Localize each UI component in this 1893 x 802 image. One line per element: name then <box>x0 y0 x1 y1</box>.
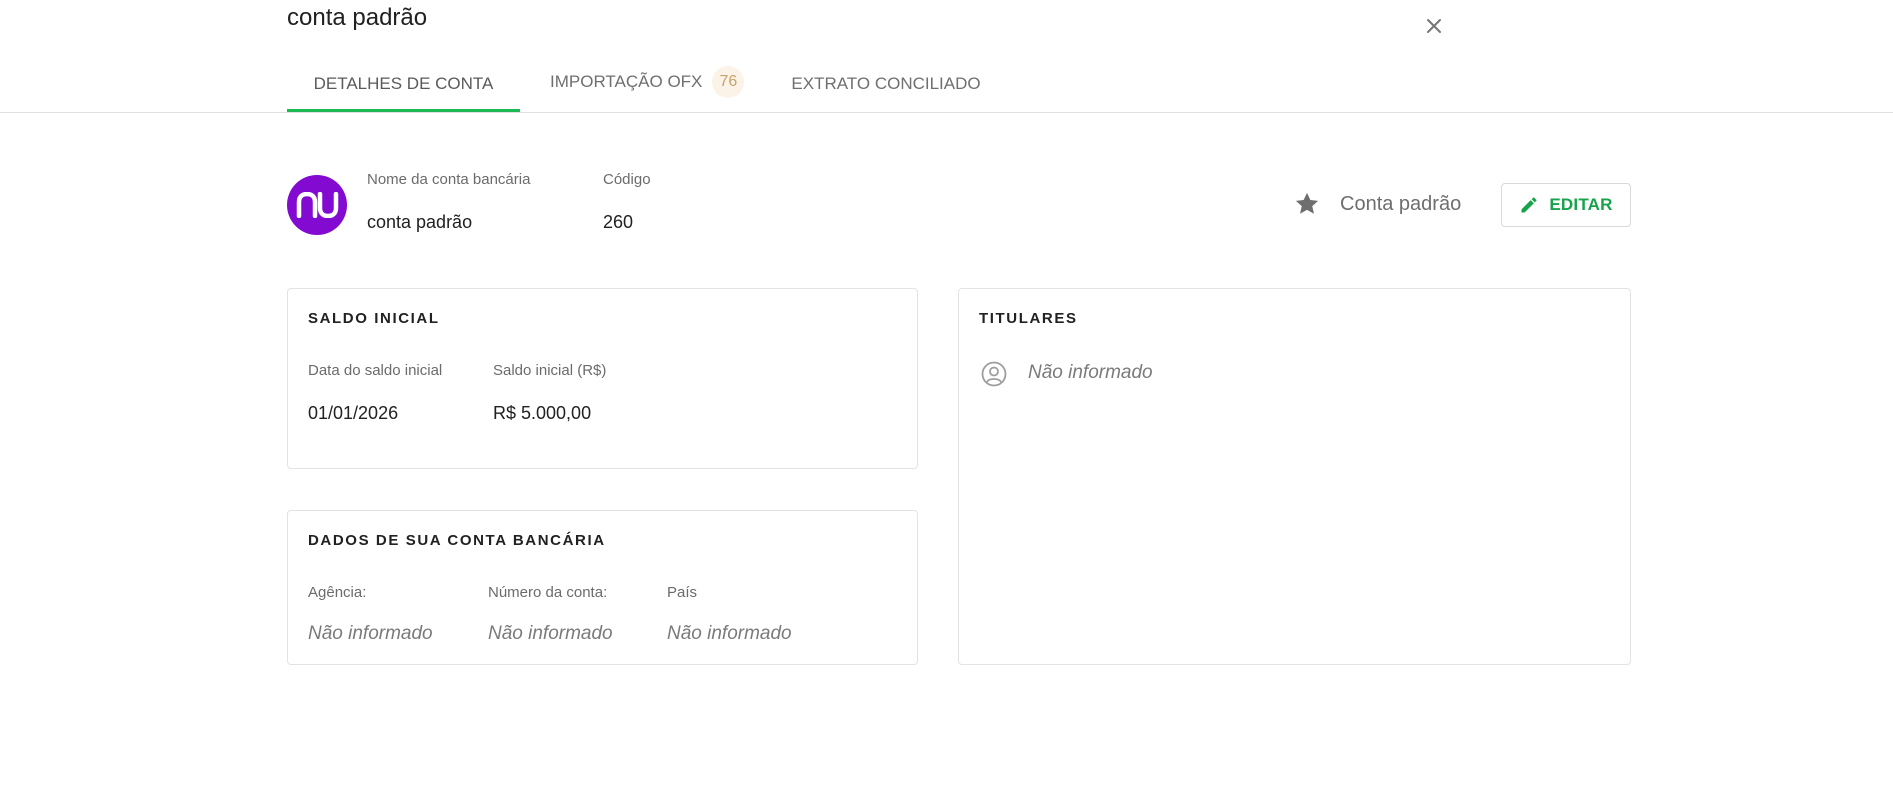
account-number-value: Não informado <box>488 623 613 644</box>
pencil-icon <box>1521 197 1537 213</box>
country-label: País <box>667 584 698 601</box>
favorite-toggle[interactable] <box>1293 190 1321 218</box>
tabs-divider <box>0 112 1893 113</box>
tab-bar: DETALHES DE CONTA IMPORTAÇÃO OFX 76 EXTR… <box>287 56 981 112</box>
initial-date-label: Data do saldo inicial <box>308 362 443 379</box>
agencia-label: Agência: <box>308 584 367 601</box>
nubank-logo-icon <box>296 192 339 218</box>
close-icon <box>1427 19 1441 33</box>
account-name-label: Nome da conta bancária <box>367 171 531 188</box>
tab-label: IMPORTAÇÃO OFX <box>550 72 703 91</box>
bank-logo <box>287 175 347 235</box>
bank-code-label: Código <box>603 171 651 188</box>
dados-conta-title: DADOS DE SUA CONTA BANCÁRIA <box>308 532 606 549</box>
tab-detalhes-de-conta[interactable]: DETALHES DE CONTA <box>287 56 520 112</box>
initial-amount-value: R$ 5.000,00 <box>493 403 592 423</box>
tab-label: DETALHES DE CONTA <box>313 74 494 93</box>
tab-extrato-conciliado[interactable]: EXTRATO CONCILIADO <box>791 56 980 112</box>
edit-button[interactable]: EDITAR <box>1501 183 1631 227</box>
titulares-value: Não informado <box>1028 362 1153 383</box>
account-name-value: conta padrão <box>367 212 473 232</box>
count-badge: 76 <box>712 66 745 98</box>
tab-label: EXTRATO CONCILIADO <box>791 74 981 93</box>
country-value: Não informado <box>667 623 792 644</box>
close-button[interactable] <box>1422 14 1446 38</box>
tab-importacao-ofx[interactable]: IMPORTAÇÃO OFX 76 <box>550 56 745 112</box>
agencia-value: Não informado <box>308 623 433 644</box>
saldo-inicial-title: SALDO INICIAL <box>308 310 440 327</box>
initial-amount-label: Saldo inicial (R$) <box>493 362 607 379</box>
person-circle-icon <box>981 361 1007 387</box>
initial-date-value: 01/01/2026 <box>308 403 399 423</box>
titulares-card <box>958 288 1631 665</box>
bank-code-value: 260 <box>603 212 634 232</box>
account-number-label: Número da conta: <box>488 584 608 601</box>
edit-button-label: EDITAR <box>1549 195 1613 214</box>
favorite-label: Conta padrão <box>1340 193 1462 215</box>
star-icon <box>1295 192 1319 214</box>
page-title: conta padrão <box>287 4 428 31</box>
titulares-title: TITULARES <box>979 310 1078 327</box>
